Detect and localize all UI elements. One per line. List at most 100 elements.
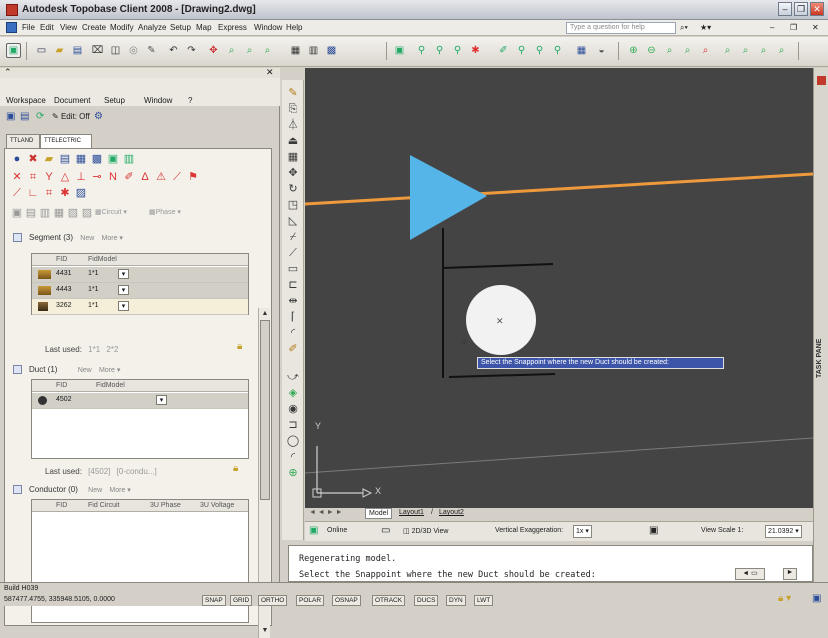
online-status[interactable]: Online: [327, 527, 347, 534]
tray-lock-icon[interactable]: 🔒︎ ▾: [778, 593, 791, 604]
slash-icon[interactable]: ⟋: [171, 171, 183, 183]
vexag-select[interactable]: 1x ▾: [573, 525, 592, 538]
triangle-symbol[interactable]: [410, 155, 487, 240]
pen-icon[interactable]: ✐: [123, 171, 135, 183]
export-icon[interactable]: ▨: [75, 187, 87, 199]
flag-icon[interactable]: ⚑: [187, 171, 199, 183]
segment-toggle-icon[interactable]: [13, 233, 22, 243]
tool-c-icon[interactable]: ▥: [39, 207, 51, 219]
segment-new-button[interactable]: New: [80, 235, 94, 242]
menu-setup[interactable]: Setup: [104, 96, 125, 105]
ortho-toggle[interactable]: ORTHO: [258, 595, 288, 606]
scale-icon[interactable]: ▣: [649, 525, 658, 536]
segment-last-used-2[interactable]: 2*2: [106, 345, 118, 354]
zoom-dynamic-icon[interactable]: ⌕: [756, 43, 771, 58]
map-icon[interactable]: ▣: [107, 153, 119, 165]
warn-icon[interactable]: ⚠: [155, 171, 167, 183]
menu-edit[interactable]: Edit: [40, 23, 54, 32]
edit-off-toggle[interactable]: ✎ Edit: Off: [52, 112, 90, 121]
save-icon[interactable]: ▤: [70, 43, 85, 58]
cross-icon[interactable]: ✕: [11, 171, 23, 183]
design-center-icon[interactable]: ▥: [306, 43, 321, 58]
segment-row-dropdown[interactable]: ▾: [118, 269, 129, 279]
offset-icon[interactable]: ⏏: [286, 134, 300, 148]
menu-file[interactable]: File: [22, 23, 35, 32]
black-line-lower[interactable]: [448, 373, 556, 378]
zoom-all-icon[interactable]: ⌕: [662, 43, 677, 58]
hash-icon[interactable]: ⌗: [43, 187, 55, 199]
folder-icon[interactable]: ▰: [43, 153, 55, 165]
move-icon[interactable]: ✥: [286, 166, 300, 180]
favorites-icon[interactable]: ★▾: [700, 23, 711, 32]
undo-icon[interactable]: ↶: [166, 43, 181, 58]
line-tool-icon[interactable]: ⤻: [286, 370, 300, 384]
menu-map[interactable]: Map: [196, 23, 212, 32]
open-icon[interactable]: ▰: [52, 43, 67, 58]
command-scroll-left[interactable]: ◄ ▭: [735, 568, 765, 580]
segment-row-dropdown[interactable]: ▾: [118, 301, 129, 311]
refresh-icon[interactable]: ⟳: [36, 111, 44, 122]
print-preview-icon[interactable]: ◫: [108, 43, 123, 58]
tool-d-icon[interactable]: ▦: [53, 207, 65, 219]
view-icon[interactable]: ▭: [381, 525, 390, 536]
feature-class-icon[interactable]: ▣: [392, 43, 407, 58]
scroll-up-icon[interactable]: ▲: [260, 309, 270, 319]
orange-line[interactable]: [305, 172, 813, 206]
tool-b-icon[interactable]: ▤: [25, 207, 37, 219]
conductor-more-button[interactable]: More ▾: [109, 487, 130, 494]
corner-icon[interactable]: ∟: [27, 187, 39, 199]
menu-express[interactable]: Express: [218, 23, 247, 32]
restore-button[interactable]: ❐: [794, 2, 808, 16]
digitize-icon[interactable]: ⚲: [414, 43, 429, 58]
menu-window[interactable]: Window: [144, 96, 172, 105]
tool-palettes-icon[interactable]: ▩: [324, 43, 339, 58]
topobase-icon[interactable]: ▣: [6, 43, 21, 58]
spline-icon[interactable]: ◜: [286, 450, 300, 464]
drawing-canvas[interactable]: ✕ 12 Y X Select the Snappoint where the …: [305, 68, 813, 508]
zoom-previous-icon[interactable]: ⌕: [260, 43, 275, 58]
doc-close-button[interactable]: ✕: [812, 23, 819, 32]
table-icon[interactable]: ▦: [75, 153, 87, 165]
doc-minimize-button[interactable]: –: [770, 23, 774, 32]
circle-icon[interactable]: ◯: [286, 434, 300, 448]
construction-line-icon[interactable]: ◈: [286, 386, 300, 400]
delta-icon[interactable]: Δ: [139, 171, 151, 183]
anchor-icon[interactable]: ⊥: [75, 171, 87, 183]
snap-toggle[interactable]: SNAP: [202, 595, 226, 606]
delete-icon[interactable]: ✖: [27, 153, 39, 165]
scroll-down-icon[interactable]: ▼: [260, 626, 270, 636]
help-search-input[interactable]: Type a question for help: [566, 22, 676, 34]
publish-icon[interactable]: ◎: [126, 43, 141, 58]
info-icon[interactable]: ●: [11, 153, 23, 165]
otrack-toggle[interactable]: OTRACK: [372, 595, 406, 606]
menu-create[interactable]: Create: [82, 23, 106, 32]
task-pane[interactable]: TASK PANE: [813, 68, 828, 582]
tool-a-icon[interactable]: ▣: [11, 207, 23, 219]
menu-help[interactable]: Help: [286, 23, 302, 32]
zoom-center-icon[interactable]: ⌕: [738, 43, 753, 58]
lock-icon[interactable]: 🔒︎: [237, 341, 242, 352]
fillet-icon[interactable]: ⌈: [286, 310, 300, 324]
lock-icon[interactable]: 🔒︎: [233, 463, 238, 474]
region-icon[interactable]: ⊕: [286, 466, 300, 480]
menu-view[interactable]: View: [60, 23, 77, 32]
rotate-icon[interactable]: ↻: [286, 182, 300, 196]
rotate-feature-icon[interactable]: ⚲: [532, 43, 547, 58]
trim-icon[interactable]: ⌿: [286, 230, 300, 244]
viewscale-input[interactable]: 21.0392 ▾: [765, 525, 802, 538]
n-icon[interactable]: N: [107, 171, 119, 183]
polyline-icon[interactable]: ◉: [286, 402, 300, 416]
tool-e-icon[interactable]: ▧: [67, 207, 79, 219]
help-search-icon[interactable]: ⌕▾: [680, 23, 688, 33]
report-icon[interactable]: ▥: [123, 153, 135, 165]
topology-icon[interactable]: ▦: [574, 43, 589, 58]
join-icon[interactable]: ⊏: [286, 278, 300, 292]
menu-question[interactable]: ?: [188, 96, 192, 105]
pencil-icon[interactable]: ✎: [286, 86, 300, 100]
taskpane-close-icon[interactable]: [817, 76, 826, 85]
move-feature-icon[interactable]: ⚲: [514, 43, 529, 58]
duct-section[interactable]: Duct (1) New More ▾: [13, 365, 120, 375]
edit-feature-icon[interactable]: ✐: [496, 43, 511, 58]
delete-feature-icon[interactable]: ✱: [468, 43, 483, 58]
polar-toggle[interactable]: POLAR: [296, 595, 325, 606]
